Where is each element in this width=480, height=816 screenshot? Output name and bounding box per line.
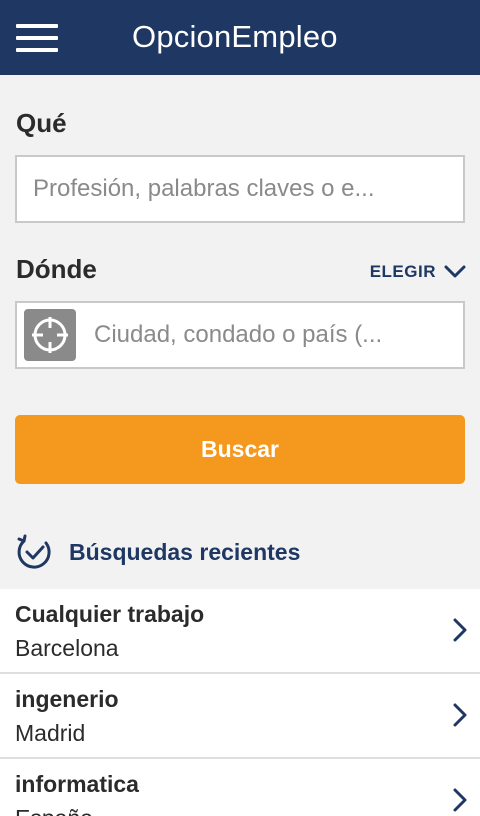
recent-searches-list: Cualquier trabajo Barcelona ingenerio Ma… [0, 589, 480, 816]
what-input[interactable] [17, 157, 463, 221]
recent-search-what: informatica [15, 771, 139, 797]
recent-search-item[interactable]: Cualquier trabajo Barcelona [0, 589, 480, 674]
locate-button[interactable] [24, 309, 76, 361]
clock-history-icon [17, 534, 51, 569]
recent-search-where: Barcelona [15, 635, 119, 661]
what-label: Qué [16, 108, 67, 138]
choose-location-button[interactable]: ELEGIR [370, 262, 466, 282]
recent-search-item[interactable]: informatica España [0, 759, 480, 816]
app-bar: OpcionEmpleo [0, 0, 480, 75]
chevron-right-icon [453, 788, 467, 812]
what-field[interactable] [15, 155, 465, 223]
chevron-down-icon [444, 265, 466, 278]
recent-searches-header: Búsquedas recientes [15, 533, 300, 571]
crosshair-icon [32, 317, 68, 353]
where-label: Dónde [16, 254, 97, 284]
app-title: OpcionEmpleo [132, 19, 338, 54]
where-input[interactable] [94, 303, 463, 367]
recent-searches-title: Búsquedas recientes [69, 538, 301, 565]
hamburger-menu-icon[interactable] [16, 24, 58, 52]
choose-label: ELEGIR [369, 262, 436, 281]
recent-search-what: Cualquier trabajo [15, 601, 205, 627]
recent-search-what: ingenerio [15, 686, 119, 712]
recent-search-item[interactable]: ingenerio Madrid [0, 674, 480, 759]
recent-search-where: España [15, 805, 93, 816]
where-field[interactable] [15, 301, 465, 369]
recent-search-where: Madrid [15, 720, 86, 746]
chevron-right-icon [453, 618, 467, 642]
chevron-right-icon [453, 703, 467, 727]
search-button[interactable]: Buscar [15, 415, 465, 484]
